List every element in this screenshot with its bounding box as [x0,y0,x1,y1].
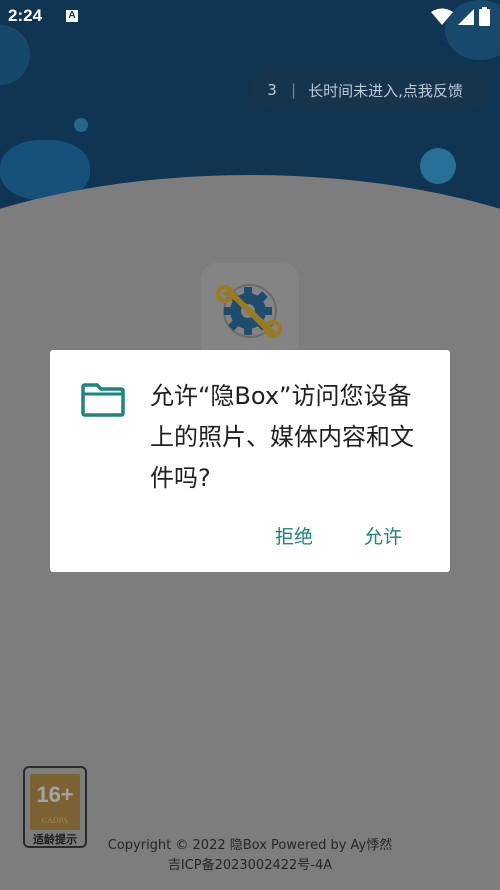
age-rating-plate: 16+ CADPA [30,774,80,830]
wifi-icon [431,8,453,25]
dialog-message: 允许“隐Box”访问您设备上的照片、媒体内容和文件吗? [150,382,414,492]
permission-dialog: 允许“隐Box”访问您设备上的照片、媒体内容和文件吗? 拒绝 允许 [50,350,450,572]
copyright-text: Copyright © 2022 隐Box Powered by Ay悸然 [107,838,393,853]
decorative-bubble [420,148,456,184]
status-time: 2:24 [8,6,43,25]
footer: Copyright © 2022 隐Box Powered by Ay悸然 吉I… [0,836,500,876]
folder-icon [81,383,125,417]
icp-text: 吉ICP备2023002422号-4A [167,858,333,873]
age-rating-org: CADPA [41,816,69,825]
gear-wrench-logo-icon [216,284,282,338]
feedback-button[interactable]: 3 | 长时间未进入,点我反馈 [251,70,489,110]
status-icons [431,7,490,26]
status-bar: 2:24 A [0,0,500,34]
feedback-text: 长时间未进入,点我反馈 [308,81,463,100]
app-screen: 2:24 A 3 | 长时间未进入,点我反馈 允许“隐Box”访问您设备上的照片… [0,0,500,890]
decorative-bubble [74,118,88,132]
notification-a-icon: A [66,10,78,22]
decorative-bubble [0,25,30,85]
signal-icon [458,8,474,25]
age-rating-number: 16+ [36,782,74,807]
deny-button[interactable]: 拒绝 [275,522,313,549]
feedback-separator: | [291,81,297,99]
feedback-count: 3 [267,81,277,99]
battery-icon [479,7,490,26]
allow-button[interactable]: 允许 [364,522,402,549]
app-logo [201,263,299,361]
